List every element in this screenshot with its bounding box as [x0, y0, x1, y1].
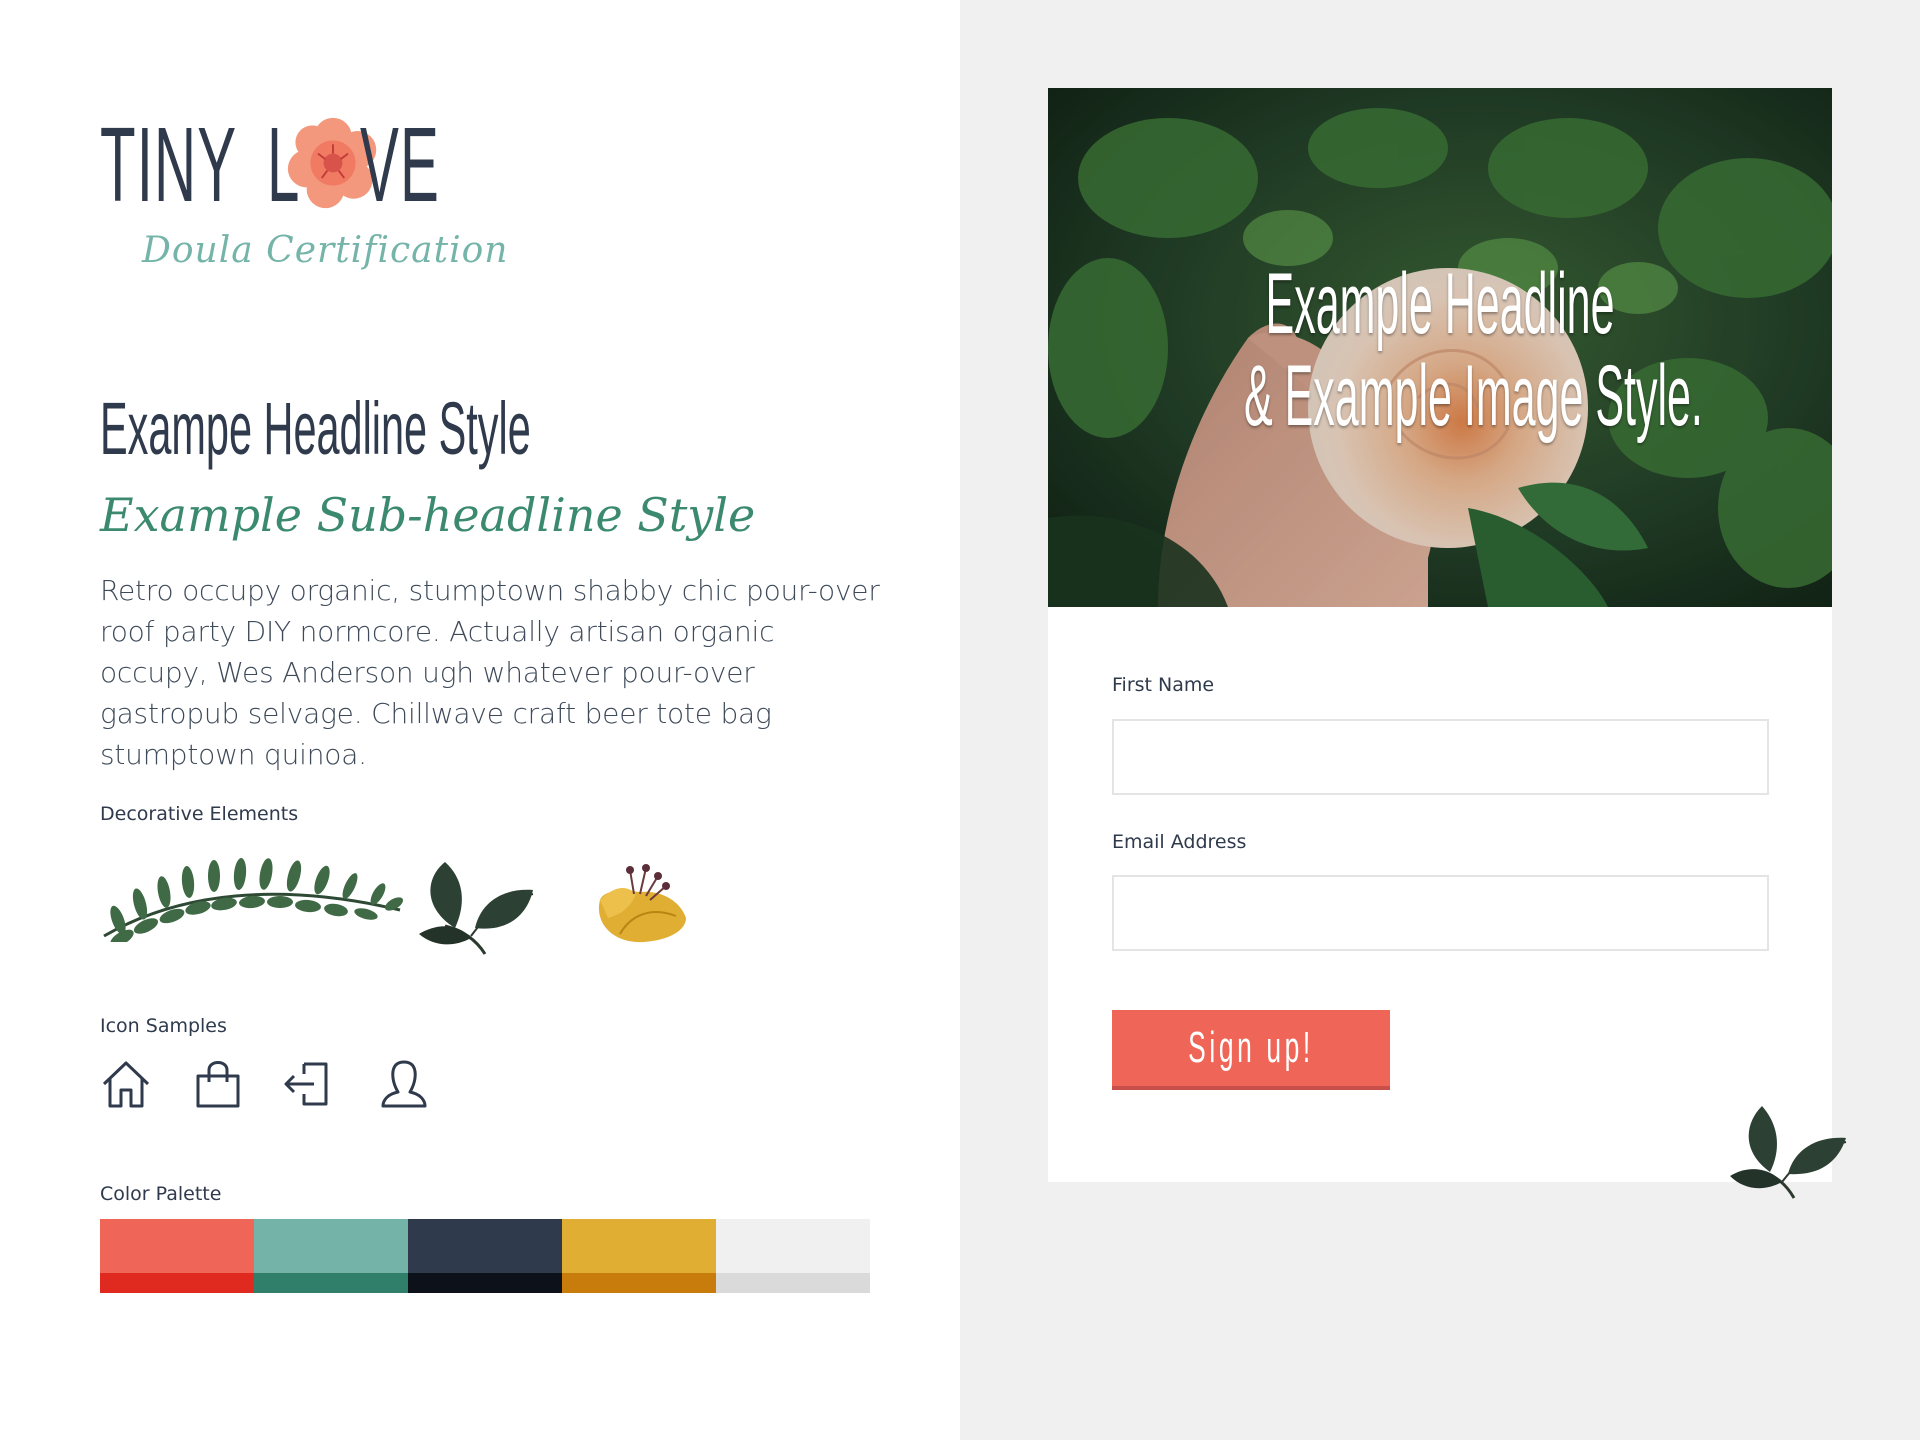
email-field[interactable] — [1112, 875, 1769, 951]
hero-headline-line-1: Example Headline — [1265, 256, 1615, 352]
swatch-mustard — [562, 1219, 716, 1293]
logo-subtitle: Doula Certification — [142, 230, 509, 271]
leaf-sprig-icon — [419, 862, 534, 955]
first-name-label: First Name — [1112, 674, 1215, 696]
color-palette — [100, 1219, 870, 1293]
logo-word-ve: VE — [360, 106, 440, 224]
preview-panel: Example Headline & Example Image Style. … — [960, 0, 1920, 1440]
email-label: Email Address — [1112, 831, 1247, 853]
user-icon — [381, 1060, 427, 1108]
swatch-navy-shade — [408, 1273, 562, 1293]
leaf-sprig-icon — [1730, 1106, 1847, 1199]
vine-branch-icon — [103, 858, 404, 942]
sign-in-icon — [284, 1062, 328, 1106]
swatch-light-gray — [716, 1219, 870, 1293]
swatch-mustard-shade — [562, 1273, 716, 1293]
logo: TINY L VE Doula Certification — [100, 106, 507, 292]
icon-samples-label: Icon Samples — [100, 1015, 227, 1037]
swatch-coral-main — [100, 1219, 254, 1273]
hero-headline-line-2: & Example Image Style. — [1244, 348, 1703, 444]
shopping-bag-icon — [196, 1061, 240, 1108]
body-text-sample: Retro occupy organic, stumptown shabby c… — [100, 574, 880, 771]
sign-up-button-label: Sign up! — [1188, 1023, 1314, 1072]
sign-up-button[interactable]: Sign up! — [1112, 1010, 1390, 1090]
swatch-navy-main — [408, 1219, 562, 1273]
headline-style-sample: Exampe Headline Style — [100, 387, 531, 470]
swatch-teal — [254, 1219, 408, 1293]
style-guide-panel: TINY L VE Doula Certification Exampe Hea… — [0, 0, 960, 1440]
swatch-navy — [408, 1219, 562, 1293]
signup-card: Example Headline & Example Image Style. … — [1048, 88, 1832, 1182]
swatch-coral-shade — [100, 1273, 254, 1293]
swatch-light-gray-shade — [716, 1273, 870, 1293]
yellow-flower-icon — [598, 864, 686, 943]
swatch-coral — [100, 1219, 254, 1293]
first-name-field[interactable] — [1112, 719, 1769, 795]
hero-image: Example Headline & Example Image Style. — [1048, 88, 1832, 607]
home-icon — [102, 1061, 150, 1108]
swatch-mustard-main — [562, 1219, 716, 1273]
subheadline-style-sample: Example Sub-headline Style — [100, 488, 756, 542]
swatch-teal-shade — [254, 1273, 408, 1293]
swatch-light-gray-main — [716, 1219, 870, 1273]
logo-word-tiny: TINY — [100, 106, 238, 224]
swatch-teal-main — [254, 1219, 408, 1273]
color-palette-label: Color Palette — [100, 1183, 222, 1205]
decorative-elements-label: Decorative Elements — [100, 803, 299, 825]
hero-headline: Example Headline & Example Image Style. — [1048, 258, 1832, 442]
